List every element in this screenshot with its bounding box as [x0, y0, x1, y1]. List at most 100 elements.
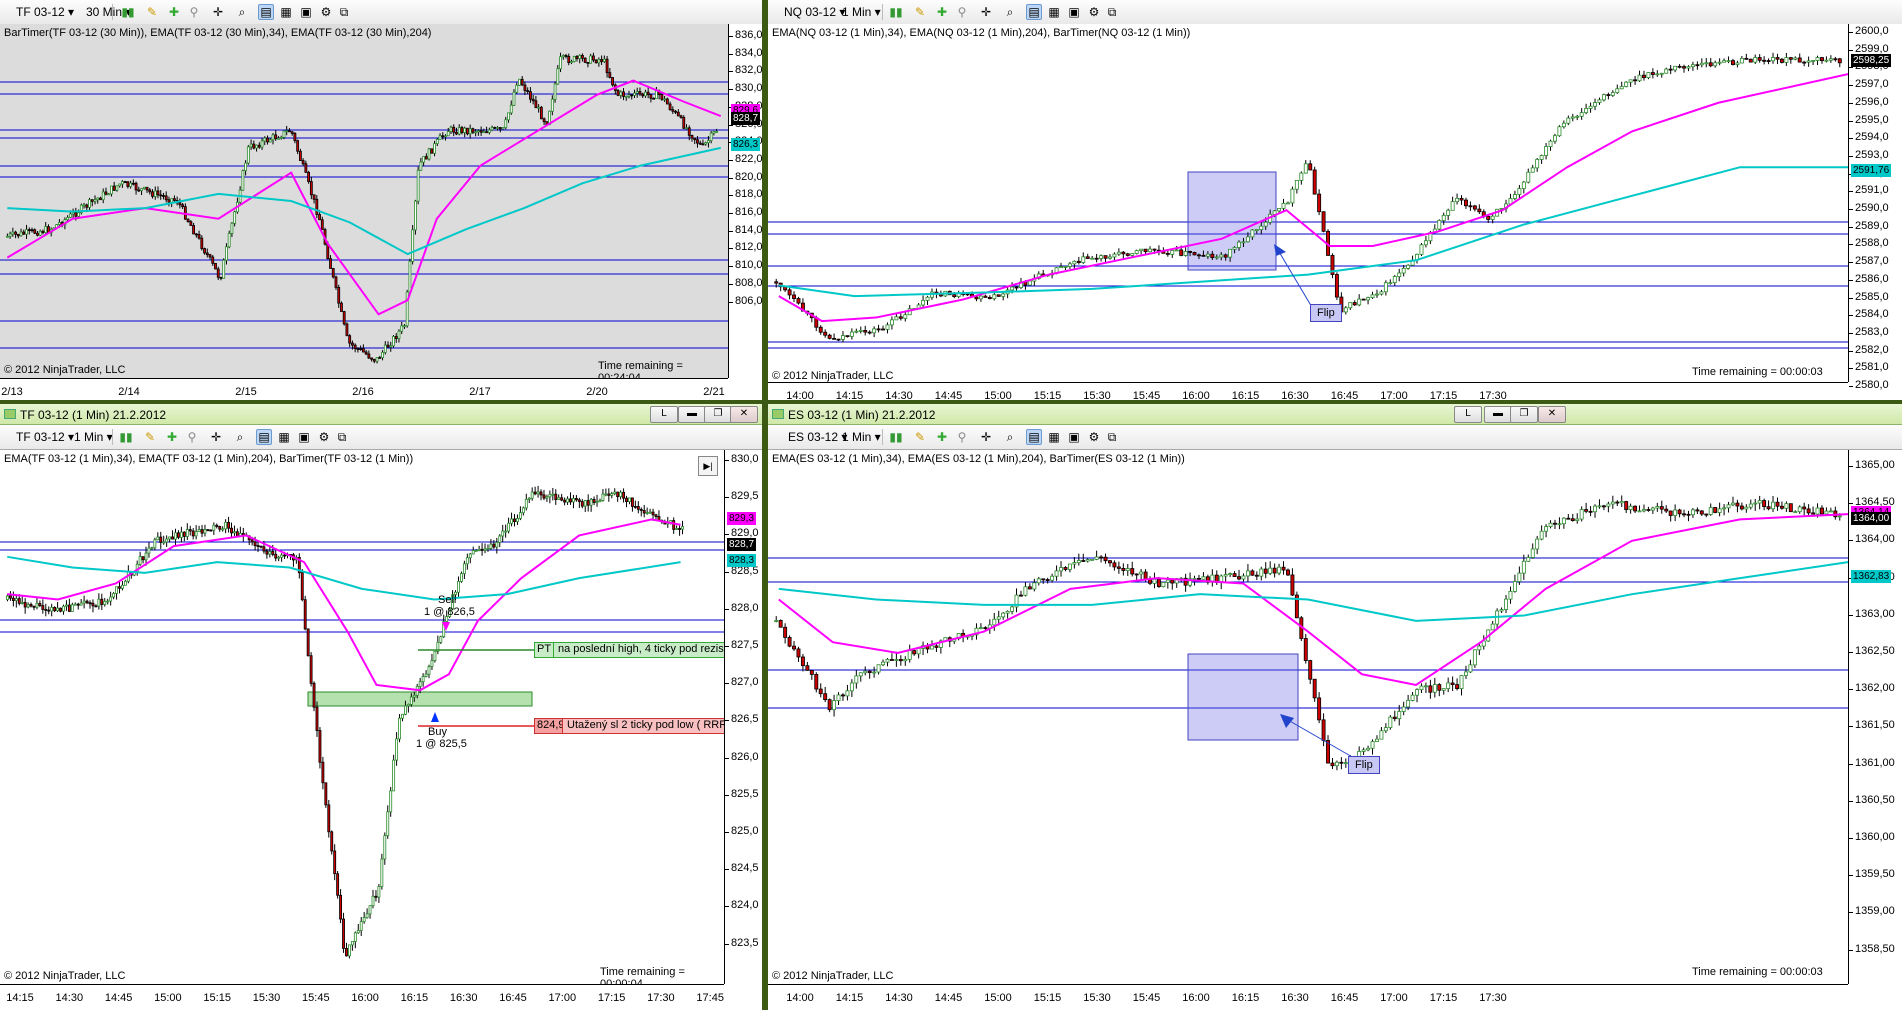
- candle-body: [1673, 65, 1678, 71]
- flip-zone-rectangle[interactable]: [1187, 653, 1299, 741]
- chart-trader-icon[interactable]: ▤: [256, 429, 272, 445]
- data-box-icon[interactable]: ▦: [278, 4, 294, 20]
- ema204-line[interactable]: [7, 555, 681, 601]
- zoom-icon[interactable]: ⌕: [232, 429, 248, 445]
- properties-icon[interactable]: ⚙: [1086, 429, 1102, 445]
- instrument-selector[interactable]: ES 03-12 ▾: [788, 429, 847, 445]
- bar-type-icon[interactable]: ▮▮: [888, 429, 904, 445]
- link-button[interactable]: L: [650, 406, 678, 423]
- ema34-line[interactable]: [778, 73, 1848, 323]
- scroll-to-end-icon[interactable]: ▶|: [698, 456, 718, 476]
- drawing-pencil-icon[interactable]: ✎: [142, 429, 158, 445]
- interval-selector[interactable]: 1 Min ▾: [74, 429, 113, 445]
- candle-body: [1148, 248, 1152, 253]
- price-axis[interactable]: 1365,001364,501364,001363,501363,001362,…: [1848, 450, 1902, 984]
- add-indicator-icon[interactable]: ✚: [166, 4, 182, 20]
- time-axis[interactable]: 2/13 2/14 2/15 2/16 2/17 2/20 2/21: [0, 378, 728, 400]
- crosshair-icon[interactable]: ✛: [978, 429, 994, 445]
- chart-trader-icon[interactable]: ▤: [1026, 4, 1042, 20]
- instrument-selector[interactable]: TF 03-12 ▾: [16, 4, 74, 20]
- close-button[interactable]: ✕: [730, 406, 758, 423]
- crosshair-icon[interactable]: ✛: [978, 4, 994, 20]
- strategy-icon[interactable]: ⚲: [954, 429, 970, 445]
- bar-type-icon[interactable]: ▮▮: [120, 4, 136, 20]
- candle-body: [616, 491, 620, 498]
- zoom-icon[interactable]: ⌕: [1002, 4, 1018, 20]
- ema204-line[interactable]: [778, 561, 1848, 622]
- candle-body: [527, 497, 531, 500]
- link-button[interactable]: L: [1454, 406, 1482, 423]
- add-indicator-icon[interactable]: ✚: [164, 429, 180, 445]
- window-titlebar[interactable]: ES 03-12 (1 Min) 21.2.2012 L ▬ ❐ ✕: [768, 404, 1902, 425]
- snapshot-icon[interactable]: ▣: [1066, 429, 1082, 445]
- profit-target-tag[interactable]: PT: [534, 642, 555, 658]
- data-box-icon[interactable]: ▦: [276, 429, 292, 445]
- price-plot[interactable]: BarTimer(TF 03-12 (30 Min)), EMA(TF 03-1…: [0, 24, 728, 378]
- snapshot-icon[interactable]: ▣: [298, 4, 314, 20]
- candle-body: [192, 225, 195, 235]
- ema34-line[interactable]: [6, 79, 722, 316]
- chart-trader-icon[interactable]: ▤: [258, 4, 274, 20]
- strategy-icon[interactable]: ⚲: [954, 4, 970, 20]
- instrument-selector[interactable]: TF 03-12 ▾: [16, 429, 74, 445]
- close-button[interactable]: ✕: [1538, 406, 1566, 423]
- drawing-pencil-icon[interactable]: ✎: [912, 4, 928, 20]
- maximize-button[interactable]: ❐: [704, 406, 732, 423]
- crosshair-icon[interactable]: ✛: [210, 4, 226, 20]
- candle-body: [1156, 578, 1161, 587]
- drawing-pencil-icon[interactable]: ✎: [912, 429, 928, 445]
- instrument-selector[interactable]: NQ 03-12 ▾: [784, 4, 845, 20]
- price-axis[interactable]: 836,0834,0832,0830,0828,0826,0824,0822,0…: [728, 24, 762, 378]
- time-tick-label: 15:15: [203, 992, 231, 1004]
- properties-icon[interactable]: ⚙: [316, 429, 332, 445]
- window-linking-icon[interactable]: ⧉: [334, 429, 350, 445]
- ema34-line[interactable]: [7, 518, 681, 692]
- zoom-icon[interactable]: ⌕: [234, 4, 250, 20]
- interval-selector[interactable]: 1 Min ▾: [842, 429, 881, 445]
- time-axis[interactable]: 14:00 14:15 14:30 14:45 15:00 15:15 15:30 15:45…: [768, 984, 1848, 1009]
- data-box-icon[interactable]: ▦: [1046, 4, 1062, 20]
- add-indicator-icon[interactable]: ✚: [934, 4, 950, 20]
- window-linking-icon[interactable]: ⧉: [1104, 4, 1120, 20]
- interval-selector[interactable]: 1 Min ▾: [842, 4, 881, 20]
- window-linking-icon[interactable]: ⧉: [336, 4, 352, 20]
- candle-body: [1726, 504, 1731, 509]
- snapshot-icon[interactable]: ▣: [296, 429, 312, 445]
- ema204-line[interactable]: [7, 146, 721, 256]
- minimize-button[interactable]: ▬: [678, 406, 706, 423]
- price-axis[interactable]: 830,0 829,5 829,0 828,5 828,0 827,5 827,0 826,5…: [724, 450, 762, 984]
- crosshair-icon[interactable]: ✛: [208, 429, 224, 445]
- add-indicator-icon[interactable]: ✚: [934, 429, 950, 445]
- bar-type-icon[interactable]: ▮▮: [888, 4, 904, 20]
- candle-body: [1548, 522, 1553, 528]
- time-tick-label: 15:45: [302, 992, 330, 1004]
- price-plot[interactable]: EMA(ES 03-12 (1 Min),34), EMA(ES 03-12 (…: [768, 450, 1848, 984]
- price-plot[interactable]: EMA(TF 03-12 (1 Min),34), EMA(TF 03-12 (…: [0, 450, 724, 984]
- chart-trader-icon[interactable]: ▤: [1026, 429, 1042, 445]
- drawing-pencil-icon[interactable]: ✎: [144, 4, 160, 20]
- window-titlebar[interactable]: TF 03-12 (1 Min) 21.2.2012 L ▬ ❐ ✕: [0, 404, 762, 425]
- flip-annotation-label[interactable]: Flip: [1348, 756, 1380, 774]
- candle-body: [252, 143, 256, 149]
- window-linking-icon[interactable]: ⧉: [1104, 429, 1120, 445]
- entry-zone-rectangle[interactable]: [307, 691, 533, 707]
- time-axis[interactable]: 14:15 14:30 14:45 15:00 15:15 15:30 15:45 16:00…: [0, 984, 724, 1009]
- strategy-icon[interactable]: ⚲: [186, 4, 202, 20]
- flip-annotation-label[interactable]: Flip: [1310, 304, 1342, 322]
- properties-icon[interactable]: ⚙: [318, 4, 334, 20]
- data-box-icon[interactable]: ▦: [1046, 429, 1062, 445]
- strategy-icon[interactable]: ⚲: [184, 429, 200, 445]
- minimize-button[interactable]: ▬: [1484, 406, 1512, 423]
- properties-icon[interactable]: ⚙: [1086, 4, 1102, 20]
- candle-body: [1472, 649, 1477, 666]
- candle-body: [1348, 302, 1353, 309]
- maximize-button[interactable]: ❐: [1510, 406, 1538, 423]
- price-tick-label: 827,5: [725, 639, 759, 651]
- time-axis[interactable]: 14:00 14:15 14:30 14:45 15:00 15:15 15:30 15:45…: [768, 382, 1848, 400]
- bar-type-icon[interactable]: ▮▮: [118, 429, 134, 445]
- zoom-icon[interactable]: ⌕: [1002, 429, 1018, 445]
- snapshot-icon[interactable]: ▣: [1066, 4, 1082, 20]
- price-plot[interactable]: EMA(NQ 03-12 (1 Min),34), EMA(NQ 03-12 (…: [768, 24, 1848, 382]
- price-axis[interactable]: 2600,02599,02598,02597,02596,02595,02594…: [1848, 24, 1902, 391]
- ema34-line[interactable]: [778, 513, 1848, 687]
